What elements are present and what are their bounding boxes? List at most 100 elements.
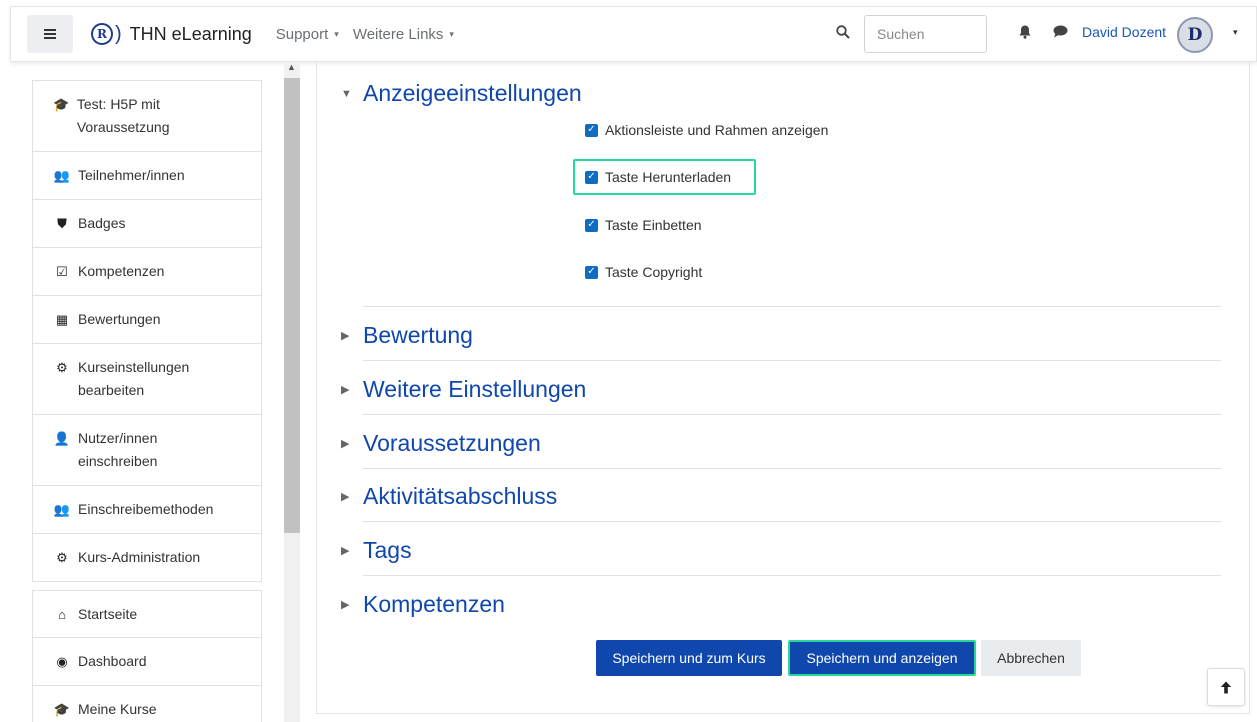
checkbox-checked-icon[interactable]: ✓ [585,123,598,137]
nav-weitere-links-label: Weitere Links [352,25,444,43]
users-icon: 👥 [53,502,71,517]
sidebar-scrollbar[interactable]: ▲ [284,62,300,722]
sidebar-item-competencies[interactable]: ☑ Kompetenzen [33,248,261,296]
top-navbar: R ) THN eLearning Support ▾ Weitere Links… [10,6,1257,62]
save-and-return-button[interactable]: Speichern und zum Kurs [596,640,782,676]
section-anzeigeeinstellungen[interactable]: ▼ Anzeigeeinstellungen [341,80,582,107]
shield-icon: ⛊ [57,216,67,231]
sidebar-item-label: Bewertungen [78,311,161,327]
avatar[interactable]: D [1177,17,1213,53]
checkbox-action-bar[interactable]: ✓ Aktionsleiste und Rahmen anzeigen [585,122,828,138]
search-input[interactable]: Suchen [864,15,987,53]
save-and-display-button[interactable]: Speichern und anzeigen [788,640,976,676]
divider [363,414,1221,415]
caret-down-icon: ▼ [341,87,352,100]
section-title: Weitere Einstellungen [363,376,587,402]
sidebar-item-label: Dashboard [78,653,147,669]
brand[interactable]: R ) THN eLearning [91,23,252,46]
section-aktivitaetsabschluss[interactable]: ▶ Aktivitätsabschluss [341,483,557,510]
section-weitere-einstellungen[interactable]: ▶ Weitere Einstellungen [341,376,586,403]
checkbox-embed[interactable]: ✓ Taste Einbetten [585,217,702,233]
sidebar-item-grades[interactable]: ▦ Bewertungen [33,296,261,344]
scrollbar-thumb[interactable] [284,78,300,533]
sidebar-site-group: ⌂ Startseite ◉ Dashboard 🎓 Meine Kurse [32,590,262,722]
checkbox-copyright[interactable]: ✓ Taste Copyright [585,264,702,280]
main-content: ▼ Anzeigeeinstellungen ✓ Aktionsleiste un… [316,62,1250,714]
sidebar-item-participants[interactable]: 👥 Teilnehmer/innen [33,152,261,200]
sidebar-item-dashboard[interactable]: ◉ Dashboard [33,638,261,686]
chevron-down-icon[interactable]: ▾ [1233,27,1238,38]
gear-icon: ⚙ [56,550,68,565]
divider [363,575,1221,576]
back-to-top-button[interactable] [1207,668,1245,706]
sidebar-item-label: Meine Kurse [78,701,157,717]
graduation-cap-icon: 🎓 [53,702,71,717]
scroll-up-arrow-icon[interactable]: ▲ [287,62,296,72]
sidebar-item-label: Test: H5P mit Voraussetzung [76,96,170,135]
brand-logo-paren: ) [115,22,122,45]
section-title: Kompetenzen [363,591,505,617]
divider [363,521,1221,522]
sidebar-item-label: Einschreibemethoden [78,501,214,517]
sidebar-item-label: Startseite [78,606,138,622]
search-icon[interactable] [836,25,850,44]
brand-name: THN eLearning [129,23,252,44]
sidebar-item-course-settings[interactable]: ⚙ Kurseinstellungen bearbeiten [33,344,261,415]
section-title: Anzeigeeinstellungen [363,80,582,106]
checkbox-label: Taste Einbetten [605,217,702,233]
caret-right-icon: ▶ [341,384,350,396]
nav-support[interactable]: Support ▾ [276,26,339,43]
hamburger-icon [44,33,56,35]
caret-right-icon: ▶ [341,491,350,503]
chat-icon[interactable] [1053,25,1068,41]
checkbox-label: Taste Herunterladen [605,169,732,185]
user-name[interactable]: David Dozent [1082,24,1166,40]
section-title: Tags [363,537,412,563]
section-kompetenzen[interactable]: ▶ Kompetenzen [341,591,505,618]
sidebar-item-my-courses[interactable]: 🎓 Meine Kurse [33,686,261,722]
checkbox-checked-icon[interactable]: ✓ [585,218,598,232]
sidebar-item-home[interactable]: ⌂ Startseite [33,591,261,638]
caret-right-icon: ▶ [341,545,350,557]
dashboard-icon: ◉ [56,654,68,669]
section-voraussetzungen[interactable]: ▶ Voraussetzungen [341,430,541,457]
sidebar-item-badges[interactable]: ⛊ Badges [33,200,261,248]
sidebar-item-course-admin[interactable]: ⚙ Kurs-Administration [33,534,261,581]
sidebar-item-label: Kurseinstellungen bearbeiten [78,359,190,398]
section-bewertung[interactable]: ▶ Bewertung [341,322,473,349]
users-icon: 👥 [53,168,71,183]
caret-right-icon: ▶ [341,438,350,450]
sidebar-item-label: Kurs-Administration [78,549,201,565]
caret-right-icon: ▶ [341,599,350,611]
section-title: Aktivitätsabschluss [363,483,558,509]
graduation-cap-icon: 🎓 [53,97,70,112]
chevron-down-icon: ▾ [449,28,454,39]
home-icon: ⌂ [58,607,66,622]
checkbox-label: Aktionsleiste und Rahmen anzeigen [605,122,829,138]
checkbox-checked-icon[interactable]: ✓ [585,265,598,279]
user-plus-icon: 👤 [53,431,71,446]
arrow-up-icon [1220,681,1232,693]
sidebar-item-label: Badges [78,215,126,231]
sidebar: 🎓 Test: H5P mit Voraussetzung 👥 Teilnehmer… [32,80,262,722]
cancel-button[interactable]: Abbrechen [981,640,1081,676]
sidebar-item-label: Kompetenzen [78,263,165,279]
checkbox-checked-icon[interactable]: ✓ [585,170,598,184]
section-tags[interactable]: ▶ Tags [341,537,412,564]
check-square-icon: ☑ [56,264,68,279]
divider [363,468,1221,469]
nav-support-label: Support [275,25,329,43]
checkbox-download[interactable]: ✓ Taste Herunterladen [585,169,731,185]
brand-logo-icon: R [91,23,113,45]
sidebar-course-group: 🎓 Test: H5P mit Voraussetzung 👥 Teilnehmer… [32,80,262,582]
sidebar-item-label: Teilnehmer/innen [78,167,185,183]
nav-weitere-links[interactable]: Weitere Links ▾ [353,26,454,43]
sidebar-item-course[interactable]: 🎓 Test: H5P mit Voraussetzung [33,81,261,152]
hamburger-menu-button[interactable] [27,15,73,53]
sidebar-item-enrol-methods[interactable]: 👥 Einschreibemethoden [33,486,261,534]
sidebar-item-enrol-users[interactable]: 👤 Nutzer/innen einschreiben [33,415,261,486]
sidebar-item-label: Nutzer/innen einschreiben [78,430,158,469]
bell-icon[interactable] [1019,25,1031,42]
chevron-down-icon: ▾ [334,28,339,39]
caret-right-icon: ▶ [341,330,350,342]
